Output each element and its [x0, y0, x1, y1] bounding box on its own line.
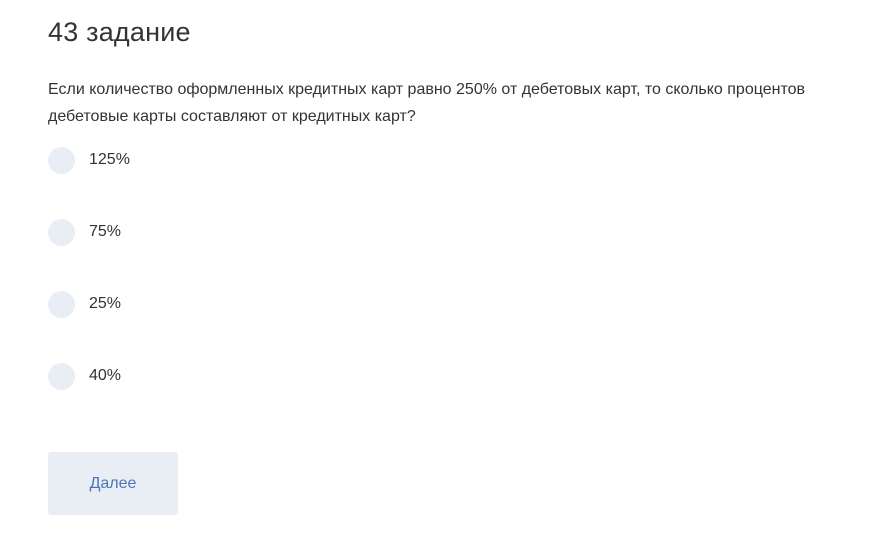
- answer-option-label: 40%: [89, 367, 122, 384]
- answer-option-25[interactable]: 25%: [48, 290, 121, 318]
- answer-option-label: 75%: [89, 223, 122, 240]
- radio-button[interactable]: [48, 362, 75, 390]
- answer-option-label: 125%: [89, 151, 130, 168]
- answer-option-40[interactable]: 40%: [48, 362, 121, 390]
- radio-button[interactable]: [48, 218, 75, 246]
- page-title: 43 задание: [48, 17, 191, 47]
- answer-option-label: 25%: [89, 295, 122, 312]
- question-text: Если количество оформленных кредитных ка…: [48, 81, 805, 125]
- radio-button[interactable]: [48, 290, 75, 318]
- answer-option-125[interactable]: 125%: [48, 146, 130, 174]
- next-button[interactable]: Далее: [48, 452, 178, 515]
- answer-option-75[interactable]: 75%: [48, 218, 121, 246]
- radio-button[interactable]: [48, 146, 75, 174]
